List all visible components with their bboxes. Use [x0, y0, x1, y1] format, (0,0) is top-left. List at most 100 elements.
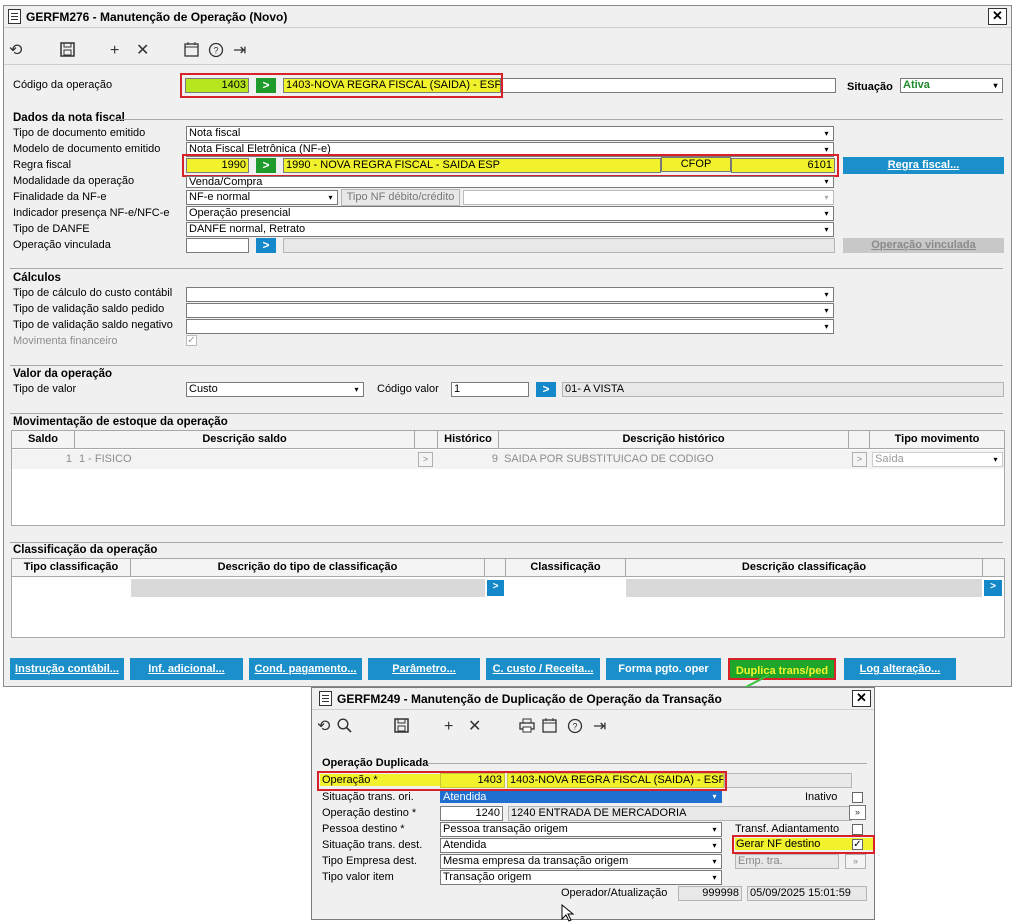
chevron-down-icon: ▾ — [824, 290, 829, 299]
exit-icon[interactable]: ⇥ — [233, 42, 246, 60]
tipo-doc-select[interactable]: Nota fiscal ▾ — [186, 126, 834, 141]
op-vinculada-lookup-button[interactable]: > — [256, 238, 276, 253]
section-line-calc-top — [10, 268, 1003, 269]
codigo-valor-input[interactable]: 1 — [451, 382, 529, 397]
dup-sit-dest-value: Atendida — [443, 839, 487, 851]
inf-adicional-button[interactable]: Inf. adicional... — [130, 658, 243, 680]
custo-label: Tipo de cálculo do custo contábil — [13, 287, 173, 299]
modalidade-select[interactable]: Venda/Compra ▾ — [186, 176, 834, 188]
log-alteracao-button[interactable]: Log alteração... — [844, 658, 956, 680]
danfe-label: Tipo de DANFE — [13, 223, 90, 235]
dup-op-destino-input[interactable]: 1240 — [440, 806, 503, 821]
undo-icon[interactable]: ⟲ — [317, 718, 330, 736]
delete-icon[interactable]: ✕ — [136, 42, 149, 60]
tipo-valor-select[interactable]: Custo ▾ — [186, 382, 364, 397]
finalidade-value: NF-e normal — [189, 191, 251, 203]
instrucao-contabil-button[interactable]: Instrução contábil... — [10, 658, 124, 680]
dup-tipo-valor-select[interactable]: Transação origem ▾ — [440, 870, 722, 885]
estoque-header-spacer1 — [414, 430, 438, 449]
modalidade-value: Venda/Compra — [189, 176, 263, 188]
dup-sit-dest-select[interactable]: Atendida ▾ — [440, 838, 722, 853]
add-icon[interactable]: + — [444, 718, 453, 736]
op-vinculada-button[interactable]: Operação vinculada — [843, 238, 1004, 253]
close-icon[interactable]: ✕ — [988, 8, 1007, 25]
print-icon[interactable] — [519, 718, 535, 738]
estoque-saldo-lookup[interactable]: > — [418, 452, 433, 467]
estoque-tipo-select[interactable]: Saída ▾ — [872, 452, 1003, 467]
situacao-select[interactable]: Ativa ▾ — [900, 78, 1003, 93]
section-estoque: Movimentação de estoque da operação — [13, 416, 228, 428]
exit-icon[interactable]: ⇥ — [593, 718, 606, 736]
dup-window: GERFM249 - Manutenção de Duplicação de O… — [311, 687, 875, 920]
class-desc-cell — [626, 579, 982, 597]
estoque-header-historico: Histórico — [437, 430, 499, 449]
dup-inativo-label: Inativo — [805, 791, 838, 803]
finalidade-select[interactable]: NF-e normal ▾ — [186, 190, 338, 205]
saldo-negativo-select[interactable]: ▾ — [186, 319, 834, 334]
custo-select[interactable]: ▾ — [186, 287, 834, 302]
regra-fiscal-button[interactable]: Regra fiscal... — [843, 157, 1004, 174]
dup-section-line — [427, 763, 867, 764]
dup-emp-tra-lookup[interactable]: » — [845, 854, 866, 869]
main-window: GERFM276 - Manutenção de Operação (Novo)… — [3, 5, 1012, 687]
calendar-icon[interactable] — [542, 718, 557, 738]
finalidade-extra-select[interactable]: ▾ — [463, 190, 834, 205]
close-icon[interactable]: ✕ — [852, 690, 871, 707]
mov-fin-checkbox[interactable]: ✓ — [186, 335, 197, 346]
codigo-valor-lookup-button[interactable]: > — [536, 382, 556, 397]
dup-sit-ori-select[interactable]: Atendida ▾ — [440, 791, 722, 803]
search-icon[interactable] — [337, 718, 352, 739]
cond-pagamento-button[interactable]: Cond. pagamento... — [249, 658, 362, 680]
add-icon[interactable]: + — [110, 42, 119, 60]
estoque-saldo-cell: 1 — [65, 453, 72, 465]
save-icon[interactable] — [394, 718, 409, 738]
class-lookup[interactable]: > — [984, 580, 1002, 596]
estoque-historico-lookup[interactable]: > — [852, 452, 867, 467]
forma-pgto-button[interactable]: Forma pgto. oper — [606, 658, 721, 680]
dup-operador-value: 999998 — [678, 886, 742, 901]
saldo-pedido-select[interactable]: ▾ — [186, 303, 834, 318]
class-row[interactable] — [131, 579, 485, 597]
chevron-down-icon: ▾ — [712, 841, 717, 850]
tipo-nf-button[interactable]: Tipo NF débito/crédito — [341, 189, 460, 206]
dup-tipo-emp-select[interactable]: Mesma empresa da transação origem ▾ — [440, 854, 722, 869]
codigo-valor-label: Código valor — [377, 383, 439, 395]
dup-transf-label: Transf. Adiantamento — [735, 823, 840, 835]
section-class: Classificação da operação — [13, 544, 158, 556]
codigo-highlight — [180, 73, 503, 98]
saldo-negativo-label: Tipo de validação saldo negativo — [13, 319, 173, 331]
section-valor: Valor da operação — [13, 368, 113, 380]
section-calculos: Cálculos — [13, 272, 61, 284]
estoque-header-desc-historico: Descrição histórico — [498, 430, 849, 449]
dup-pessoa-select[interactable]: Pessoa transação origem ▾ — [440, 822, 722, 837]
table-row[interactable]: 1 1 - FISICO > 9 SAIDA POR SUBSTITUICAO … — [12, 450, 1004, 469]
calendar-icon[interactable] — [184, 42, 199, 62]
section-line-nota — [109, 119, 1003, 120]
help-icon[interactable]: ? — [567, 718, 583, 739]
section-line-class — [10, 542, 1003, 543]
dup-emp-tra-input[interactable]: Emp. tra. — [735, 854, 839, 869]
undo-icon[interactable]: ⟲ — [9, 42, 22, 60]
parametro-button[interactable]: Parâmetro... — [368, 658, 480, 680]
indicador-label: Indicador presença NF-e/NFC-e — [13, 207, 170, 219]
codigo-desc-rest — [501, 78, 836, 93]
chevron-down-icon: ▾ — [712, 825, 717, 834]
chevron-down-icon: ▾ — [824, 129, 829, 138]
saldo-pedido-label: Tipo de validação saldo pedido — [13, 303, 165, 315]
dup-op-destino-lookup[interactable]: » — [849, 805, 866, 820]
dup-inativo-checkbox[interactable] — [852, 792, 863, 803]
delete-icon[interactable]: ✕ — [468, 718, 481, 736]
class-tipo-lookup[interactable]: > — [487, 580, 504, 596]
estoque-header-tipo: Tipo movimento — [869, 430, 1005, 449]
dup-transf-checkbox[interactable] — [852, 824, 863, 835]
indicador-select[interactable]: Operação presencial ▾ — [186, 206, 834, 221]
save-icon[interactable] — [60, 42, 75, 62]
danfe-select[interactable]: DANFE normal, Retrato ▾ — [186, 222, 834, 237]
dup-operacao-desc-rest — [724, 773, 852, 788]
c-custo-receita-button[interactable]: C. custo / Receita... — [486, 658, 600, 680]
indicador-value: Operação presencial — [189, 207, 291, 219]
op-vinculada-input[interactable] — [186, 238, 249, 253]
situacao-label: Situação — [847, 81, 893, 93]
danfe-value: DANFE normal, Retrato — [189, 223, 306, 235]
help-icon[interactable]: ? — [208, 42, 224, 63]
